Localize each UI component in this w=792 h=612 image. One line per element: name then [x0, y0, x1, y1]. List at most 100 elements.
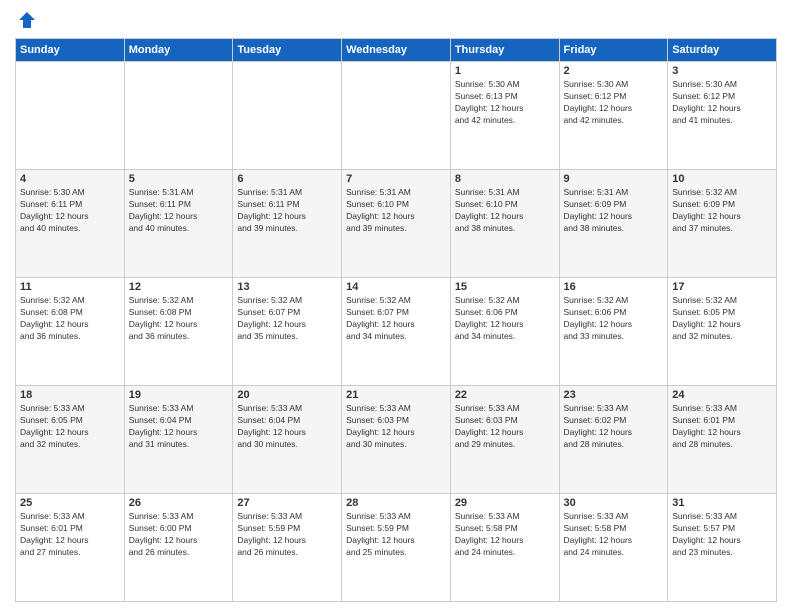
calendar-cell: 3 Sunrise: 5:30 AM Sunset: 6:12 PM Daylig…	[668, 62, 777, 170]
logo-text	[15, 10, 37, 30]
calendar-cell: 4 Sunrise: 5:30 AM Sunset: 6:11 PM Daylig…	[16, 170, 125, 278]
calendar-cell: 26Sunrise: 5:33 AM Sunset: 6:00 PM Dayli…	[124, 494, 233, 602]
day-number: 31	[672, 497, 772, 509]
day-info: Sunrise: 5:33 AM Sunset: 6:03 PM Dayligh…	[455, 403, 555, 451]
day-number: 19	[129, 389, 229, 401]
day-info: Sunrise: 5:33 AM Sunset: 5:59 PM Dayligh…	[237, 511, 337, 559]
day-info: Sunrise: 5:33 AM Sunset: 6:01 PM Dayligh…	[672, 403, 772, 451]
calendar-cell: 31 Sunrise: 5:33 AM Sunset: 5:57 PM Dayli…	[668, 494, 777, 602]
day-number: 16	[564, 281, 664, 293]
day-number: 9	[564, 173, 664, 185]
calendar-cell: 15 Sunrise: 5:32 AM Sunset: 6:06 PM Dayli…	[450, 278, 559, 386]
calendar-cell: 25 Sunrise: 5:33 AM Sunset: 6:01 PM Dayli…	[16, 494, 125, 602]
day-info: Sunrise: 5:33 AM Sunset: 5:58 PM Dayligh…	[455, 511, 555, 559]
calendar-week-row: 4 Sunrise: 5:30 AM Sunset: 6:11 PM Daylig…	[16, 170, 777, 278]
day-number: 17	[672, 281, 772, 293]
day-info: Sunrise: 5:32 AM Sunset: 6:05 PM Dayligh…	[672, 295, 772, 343]
calendar-cell: 29 Sunrise: 5:33 AM Sunset: 5:58 PM Dayli…	[450, 494, 559, 602]
logo	[15, 10, 37, 30]
day-info: Sunrise: 5:33 AM Sunset: 6:01 PM Dayligh…	[20, 511, 120, 559]
day-info: Sunrise: 5:32 AM Sunset: 6:07 PM Dayligh…	[237, 295, 337, 343]
day-info: Sunrise: 5:31 AM Sunset: 6:09 PM Dayligh…	[564, 187, 664, 235]
weekday-header: Wednesday	[342, 39, 451, 62]
calendar-cell: 27 Sunrise: 5:33 AM Sunset: 5:59 PM Dayli…	[233, 494, 342, 602]
calendar-cell: 18 Sunrise: 5:33 AM Sunset: 6:05 PM Dayli…	[16, 386, 125, 494]
calendar-week-row: 18 Sunrise: 5:33 AM Sunset: 6:05 PM Dayli…	[16, 386, 777, 494]
day-number: 30	[564, 497, 664, 509]
calendar-cell: 10 Sunrise: 5:32 AM Sunset: 6:09 PM Dayli…	[668, 170, 777, 278]
day-number: 25	[20, 497, 120, 509]
calendar-cell: 9 Sunrise: 5:31 AM Sunset: 6:09 PM Daylig…	[559, 170, 668, 278]
day-number: 14	[346, 281, 446, 293]
calendar-cell: 13 Sunrise: 5:32 AM Sunset: 6:07 PM Dayli…	[233, 278, 342, 386]
day-info: Sunrise: 5:30 AM Sunset: 6:13 PM Dayligh…	[455, 79, 555, 127]
day-number: 1	[455, 65, 555, 77]
day-info: Sunrise: 5:31 AM Sunset: 6:11 PM Dayligh…	[129, 187, 229, 235]
calendar-cell: 12Sunrise: 5:32 AM Sunset: 6:08 PM Dayli…	[124, 278, 233, 386]
day-number: 10	[672, 173, 772, 185]
day-info: Sunrise: 5:31 AM Sunset: 6:11 PM Dayligh…	[237, 187, 337, 235]
day-number: 15	[455, 281, 555, 293]
day-number: 2	[564, 65, 664, 77]
calendar-cell: 11 Sunrise: 5:32 AM Sunset: 6:08 PM Dayli…	[16, 278, 125, 386]
day-number: 20	[237, 389, 337, 401]
weekday-header: Friday	[559, 39, 668, 62]
day-info: Sunrise: 5:33 AM Sunset: 5:57 PM Dayligh…	[672, 511, 772, 559]
day-number: 5	[129, 173, 229, 185]
weekday-header: Saturday	[668, 39, 777, 62]
day-number: 4	[20, 173, 120, 185]
day-number: 11	[20, 281, 120, 293]
day-info: Sunrise: 5:33 AM Sunset: 6:04 PM Dayligh…	[237, 403, 337, 451]
calendar-cell: 1 Sunrise: 5:30 AM Sunset: 6:13 PM Daylig…	[450, 62, 559, 170]
calendar-cell: 8Sunrise: 5:31 AM Sunset: 6:10 PM Daylig…	[450, 170, 559, 278]
calendar-cell	[16, 62, 125, 170]
day-info: Sunrise: 5:31 AM Sunset: 6:10 PM Dayligh…	[346, 187, 446, 235]
calendar-cell: 19 Sunrise: 5:33 AM Sunset: 6:04 PM Dayli…	[124, 386, 233, 494]
calendar-week-row: 1 Sunrise: 5:30 AM Sunset: 6:13 PM Daylig…	[16, 62, 777, 170]
page: SundayMondayTuesdayWednesdayThursdayFrid…	[0, 0, 792, 612]
day-info: Sunrise: 5:32 AM Sunset: 6:09 PM Dayligh…	[672, 187, 772, 235]
calendar-week-row: 25 Sunrise: 5:33 AM Sunset: 6:01 PM Dayli…	[16, 494, 777, 602]
calendar-cell	[124, 62, 233, 170]
calendar-cell: 23 Sunrise: 5:33 AM Sunset: 6:02 PM Dayli…	[559, 386, 668, 494]
calendar-cell: 2Sunrise: 5:30 AM Sunset: 6:12 PM Daylig…	[559, 62, 668, 170]
weekday-header: Monday	[124, 39, 233, 62]
day-info: Sunrise: 5:32 AM Sunset: 6:08 PM Dayligh…	[20, 295, 120, 343]
calendar-cell: 28 Sunrise: 5:33 AM Sunset: 5:59 PM Dayli…	[342, 494, 451, 602]
day-number: 12	[129, 281, 229, 293]
calendar-cell: 7 Sunrise: 5:31 AM Sunset: 6:10 PM Daylig…	[342, 170, 451, 278]
day-number: 13	[237, 281, 337, 293]
day-number: 6	[237, 173, 337, 185]
calendar-cell: 17 Sunrise: 5:32 AM Sunset: 6:05 PM Dayli…	[668, 278, 777, 386]
calendar-cell: 30Sunrise: 5:33 AM Sunset: 5:58 PM Dayli…	[559, 494, 668, 602]
day-info: Sunrise: 5:33 AM Sunset: 6:04 PM Dayligh…	[129, 403, 229, 451]
day-info: Sunrise: 5:33 AM Sunset: 6:03 PM Dayligh…	[346, 403, 446, 451]
calendar-cell	[342, 62, 451, 170]
day-info: Sunrise: 5:32 AM Sunset: 6:06 PM Dayligh…	[455, 295, 555, 343]
day-info: Sunrise: 5:33 AM Sunset: 5:59 PM Dayligh…	[346, 511, 446, 559]
calendar-cell: 24 Sunrise: 5:33 AM Sunset: 6:01 PM Dayli…	[668, 386, 777, 494]
day-info: Sunrise: 5:31 AM Sunset: 6:10 PM Dayligh…	[455, 187, 555, 235]
day-info: Sunrise: 5:33 AM Sunset: 6:00 PM Dayligh…	[129, 511, 229, 559]
logo-icon	[17, 10, 37, 30]
calendar-cell: 22 Sunrise: 5:33 AM Sunset: 6:03 PM Dayli…	[450, 386, 559, 494]
calendar-cell: 14Sunrise: 5:32 AM Sunset: 6:07 PM Dayli…	[342, 278, 451, 386]
day-info: Sunrise: 5:30 AM Sunset: 6:11 PM Dayligh…	[20, 187, 120, 235]
header	[15, 10, 777, 30]
day-number: 29	[455, 497, 555, 509]
day-number: 27	[237, 497, 337, 509]
day-number: 22	[455, 389, 555, 401]
day-number: 3	[672, 65, 772, 77]
day-number: 23	[564, 389, 664, 401]
calendar-cell: 6 Sunrise: 5:31 AM Sunset: 6:11 PM Daylig…	[233, 170, 342, 278]
calendar-cell: 16Sunrise: 5:32 AM Sunset: 6:06 PM Dayli…	[559, 278, 668, 386]
day-info: Sunrise: 5:33 AM Sunset: 6:05 PM Dayligh…	[20, 403, 120, 451]
day-number: 18	[20, 389, 120, 401]
day-number: 7	[346, 173, 446, 185]
day-number: 28	[346, 497, 446, 509]
day-info: Sunrise: 5:30 AM Sunset: 6:12 PM Dayligh…	[672, 79, 772, 127]
calendar-header-row: SundayMondayTuesdayWednesdayThursdayFrid…	[16, 39, 777, 62]
day-info: Sunrise: 5:33 AM Sunset: 6:02 PM Dayligh…	[564, 403, 664, 451]
day-number: 24	[672, 389, 772, 401]
calendar-week-row: 11 Sunrise: 5:32 AM Sunset: 6:08 PM Dayli…	[16, 278, 777, 386]
